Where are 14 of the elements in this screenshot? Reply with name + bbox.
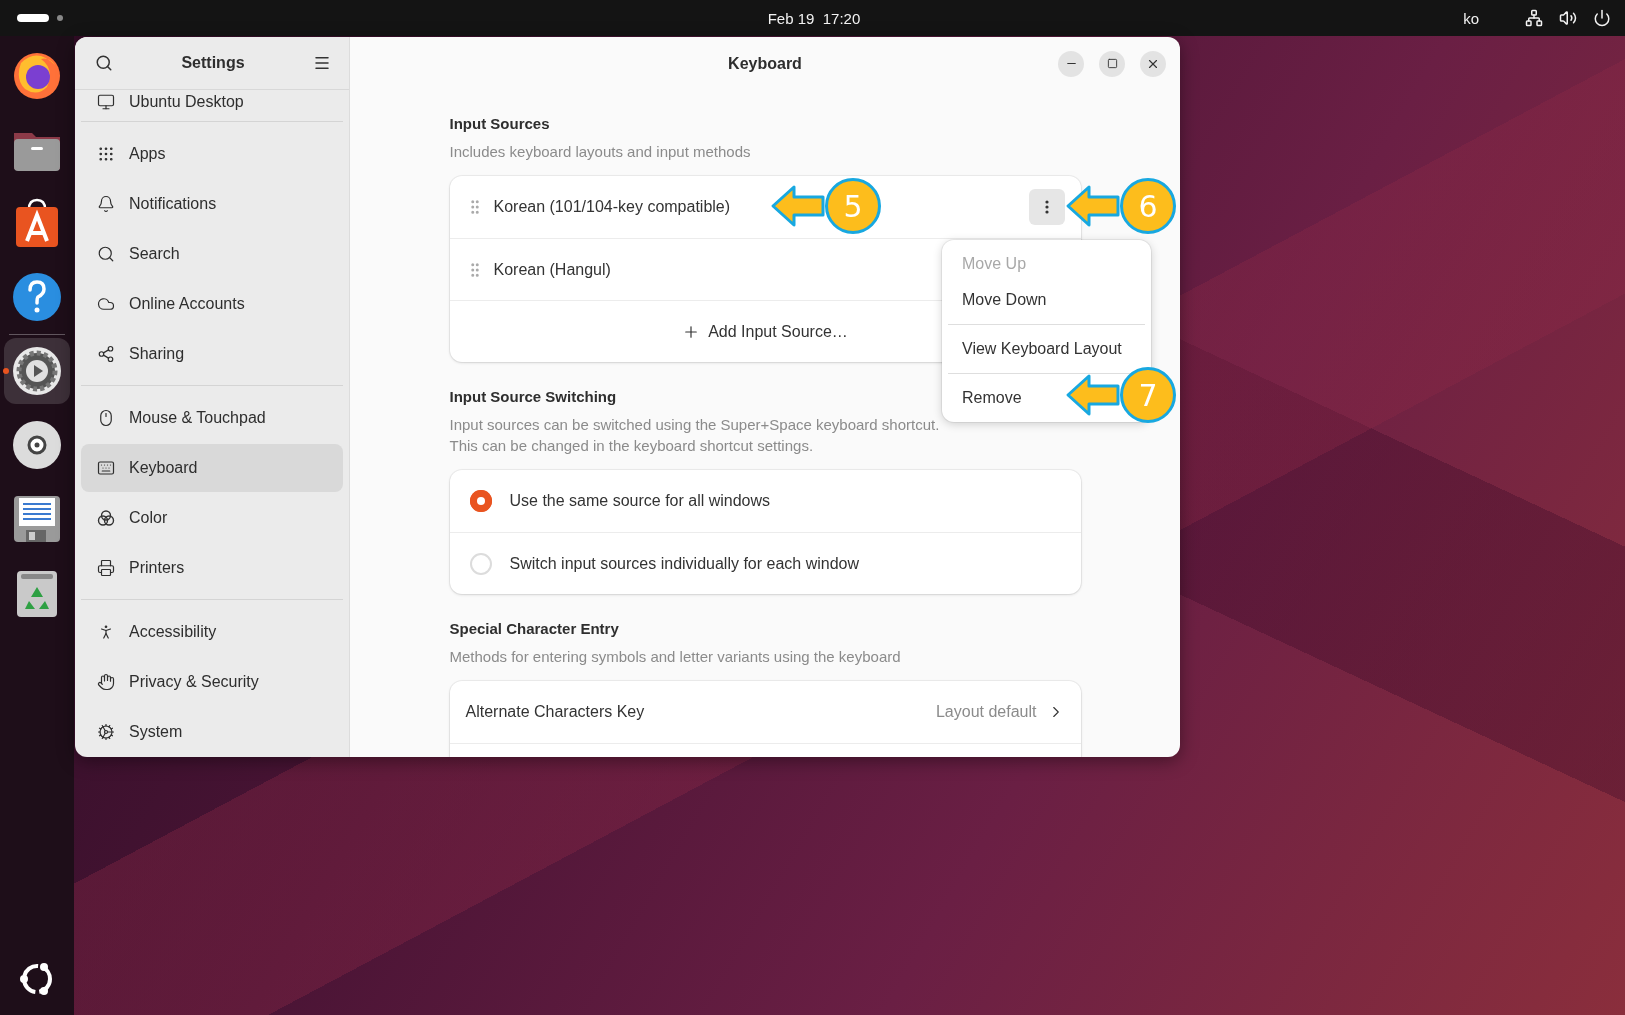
section-description: Input sources can be switched using the Super+Space keyboard shortcut. This can be changed in the keyboard shortcut settings. (449, 415, 940, 456)
section-description: Includes keyboard layouts and input methods (449, 142, 751, 162)
sidebar-title: Settings (181, 54, 245, 72)
window-title: Keyboard (728, 54, 802, 73)
input-source-label: Korean (101/104-key compatible) (493, 198, 731, 216)
section-description: Methods for entering symbols and letter variants using the keyboard (449, 647, 901, 667)
setting-value: Layout default (935, 703, 1037, 721)
section-heading: Input Sources (449, 114, 550, 134)
section-heading: Input Source Switching (449, 387, 617, 407)
input-source-label: Korean (Hangul) (493, 260, 611, 279)
setting-label: Alternate Characters Key (465, 703, 645, 721)
option-label: Switch input sources individually for each window (509, 554, 859, 573)
section-heading: Special Character Entry (449, 619, 619, 639)
option-label: Use the same source for all windows (509, 492, 771, 510)
